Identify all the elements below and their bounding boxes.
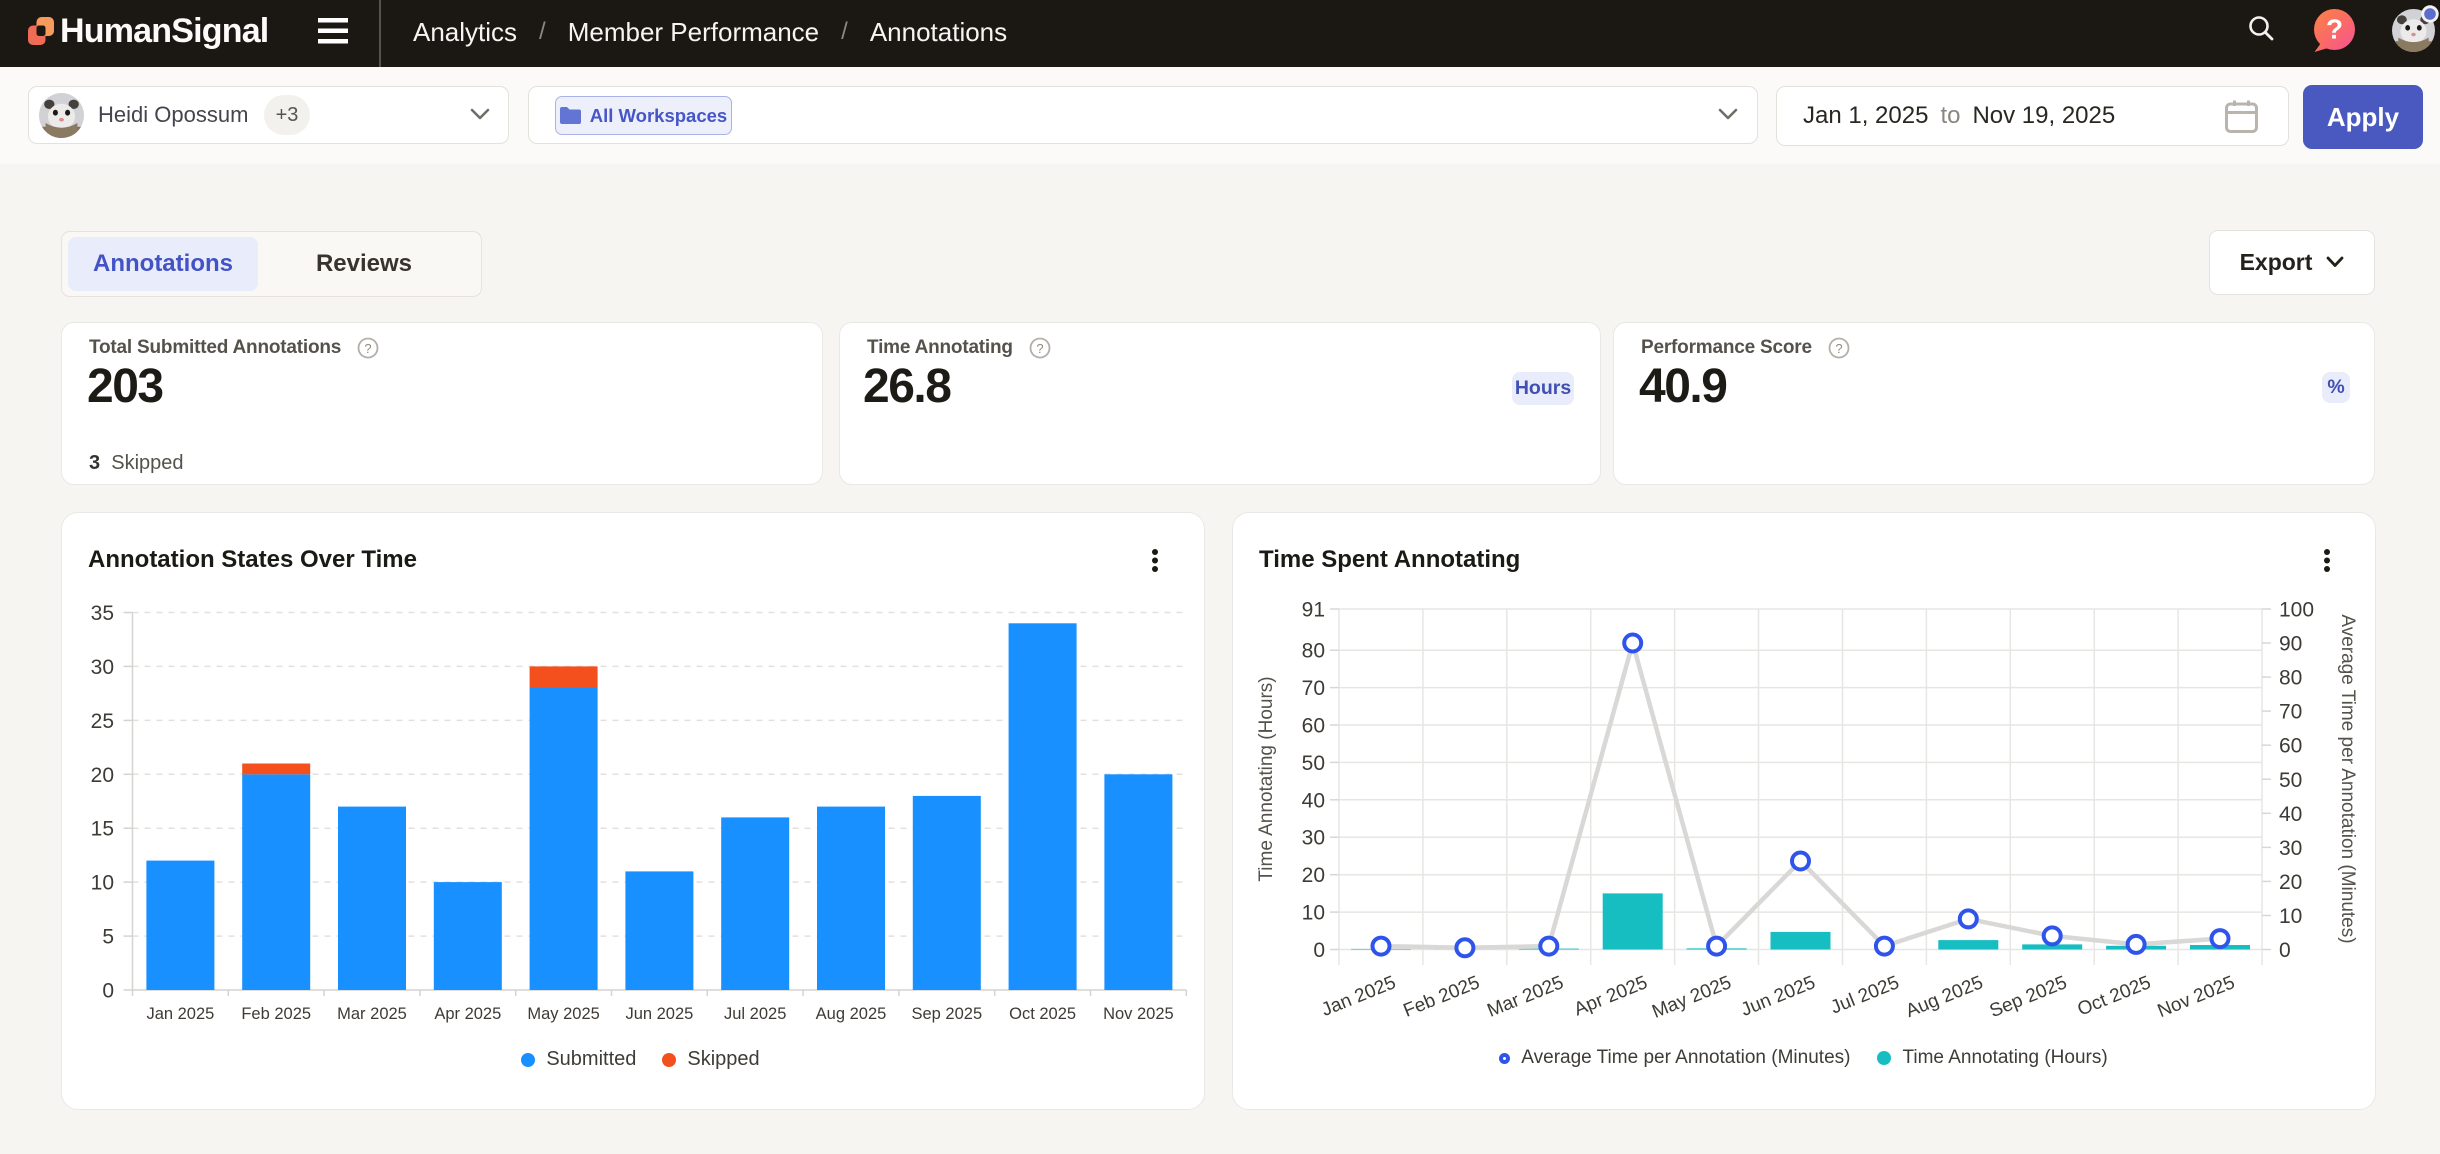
- svg-text:0: 0: [102, 980, 114, 1003]
- svg-text:May 2025: May 2025: [527, 1005, 599, 1023]
- svg-text:15: 15: [91, 818, 114, 841]
- svg-text:40: 40: [2279, 803, 2302, 826]
- svg-text:Annotation States Over Time: Annotation States Over Time: [88, 546, 417, 573]
- svg-text:Oct 2025: Oct 2025: [1009, 1005, 1076, 1023]
- svg-text:100: 100: [2279, 599, 2314, 622]
- svg-text:Aug 2025: Aug 2025: [1903, 972, 1986, 1022]
- svg-text:20: 20: [91, 764, 114, 787]
- svg-text:10: 10: [91, 872, 114, 895]
- svg-text:70: 70: [2279, 701, 2302, 724]
- svg-text:91: 91: [1302, 599, 1325, 622]
- svg-text:60: 60: [2279, 735, 2302, 758]
- svg-text:80: 80: [2279, 667, 2302, 690]
- svg-text:Aug 2025: Aug 2025: [816, 1005, 887, 1023]
- svg-text:50: 50: [2279, 769, 2302, 792]
- svg-text:30: 30: [2279, 837, 2302, 860]
- svg-text:5: 5: [102, 926, 114, 949]
- svg-text:35: 35: [91, 602, 114, 625]
- svg-text:Nov 2025: Nov 2025: [2155, 972, 2238, 1022]
- svg-text:60: 60: [1302, 715, 1325, 738]
- svg-text:Time Spent Annotating: Time Spent Annotating: [1259, 546, 1520, 573]
- svg-text:70: 70: [1302, 677, 1325, 700]
- svg-text:20: 20: [1302, 864, 1325, 887]
- svg-text:10: 10: [1302, 902, 1325, 925]
- svg-text:Average Time per Annotation (M: Average Time per Annotation (Minutes): [2337, 614, 2358, 943]
- svg-text:Mar 2025: Mar 2025: [1484, 972, 1566, 1022]
- svg-text:Feb 2025: Feb 2025: [241, 1005, 311, 1023]
- svg-text:20: 20: [2279, 871, 2302, 894]
- svg-text:80: 80: [1302, 640, 1325, 663]
- svg-text:Jan 2025: Jan 2025: [1319, 972, 1399, 1021]
- svg-text:Jun 2025: Jun 2025: [625, 1005, 693, 1023]
- svg-text:Apr 2025: Apr 2025: [434, 1005, 501, 1023]
- svg-text:Sep 2025: Sep 2025: [1987, 972, 2070, 1022]
- svg-text:90: 90: [2279, 633, 2302, 656]
- svg-text:May 2025: May 2025: [1649, 972, 1734, 1023]
- svg-text:0: 0: [2279, 939, 2291, 962]
- svg-text:Jan 2025: Jan 2025: [146, 1005, 214, 1023]
- svg-text:40: 40: [1302, 789, 1325, 812]
- svg-text:Apr 2025: Apr 2025: [1571, 972, 1650, 1020]
- svg-text:30: 30: [91, 656, 114, 679]
- svg-text:Jul 2025: Jul 2025: [724, 1005, 786, 1023]
- svg-text:Time Annotating (Hours): Time Annotating (Hours): [1256, 676, 1277, 881]
- svg-text:Jul 2025: Jul 2025: [1828, 972, 1902, 1018]
- svg-text:Feb 2025: Feb 2025: [1400, 972, 1482, 1022]
- svg-text:Mar 2025: Mar 2025: [337, 1005, 407, 1023]
- svg-text:30: 30: [1302, 827, 1325, 850]
- svg-text:Sep 2025: Sep 2025: [911, 1005, 982, 1023]
- svg-text:50: 50: [1302, 752, 1325, 775]
- svg-text:0: 0: [1313, 939, 1325, 962]
- svg-text:10: 10: [2279, 905, 2302, 928]
- svg-text:Oct 2025: Oct 2025: [2075, 972, 2154, 1020]
- svg-text:Jun 2025: Jun 2025: [1738, 972, 1818, 1021]
- svg-text:25: 25: [91, 710, 114, 733]
- svg-text:Nov 2025: Nov 2025: [1103, 1005, 1174, 1023]
